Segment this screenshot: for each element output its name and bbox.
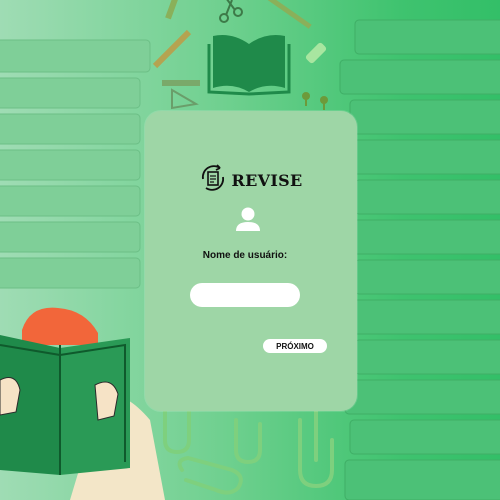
brand-name: REVISE xyxy=(231,171,303,190)
pencil-icon xyxy=(152,29,192,69)
book-stack-right xyxy=(339,19,500,500)
next-button[interactable]: PRÓXIMO xyxy=(263,339,327,353)
username-input[interactable] xyxy=(190,283,300,307)
ruler-icon xyxy=(162,80,200,86)
triangle-ruler-icon xyxy=(171,88,199,110)
marker-icon xyxy=(305,42,327,64)
pencil-icon xyxy=(165,0,182,20)
paperclip-icon xyxy=(163,408,334,495)
pushpin-icon xyxy=(302,92,328,110)
pencil-icon xyxy=(267,0,312,29)
book-icon xyxy=(207,35,291,96)
user-icon xyxy=(234,205,262,238)
login-card xyxy=(145,111,357,411)
reading-person-illustration xyxy=(0,307,165,500)
brand-header: REVISE xyxy=(0,163,500,198)
username-label: Nome de usuário: xyxy=(202,250,288,261)
notepad-refresh-icon xyxy=(198,163,228,198)
scissors-icon xyxy=(219,0,243,23)
